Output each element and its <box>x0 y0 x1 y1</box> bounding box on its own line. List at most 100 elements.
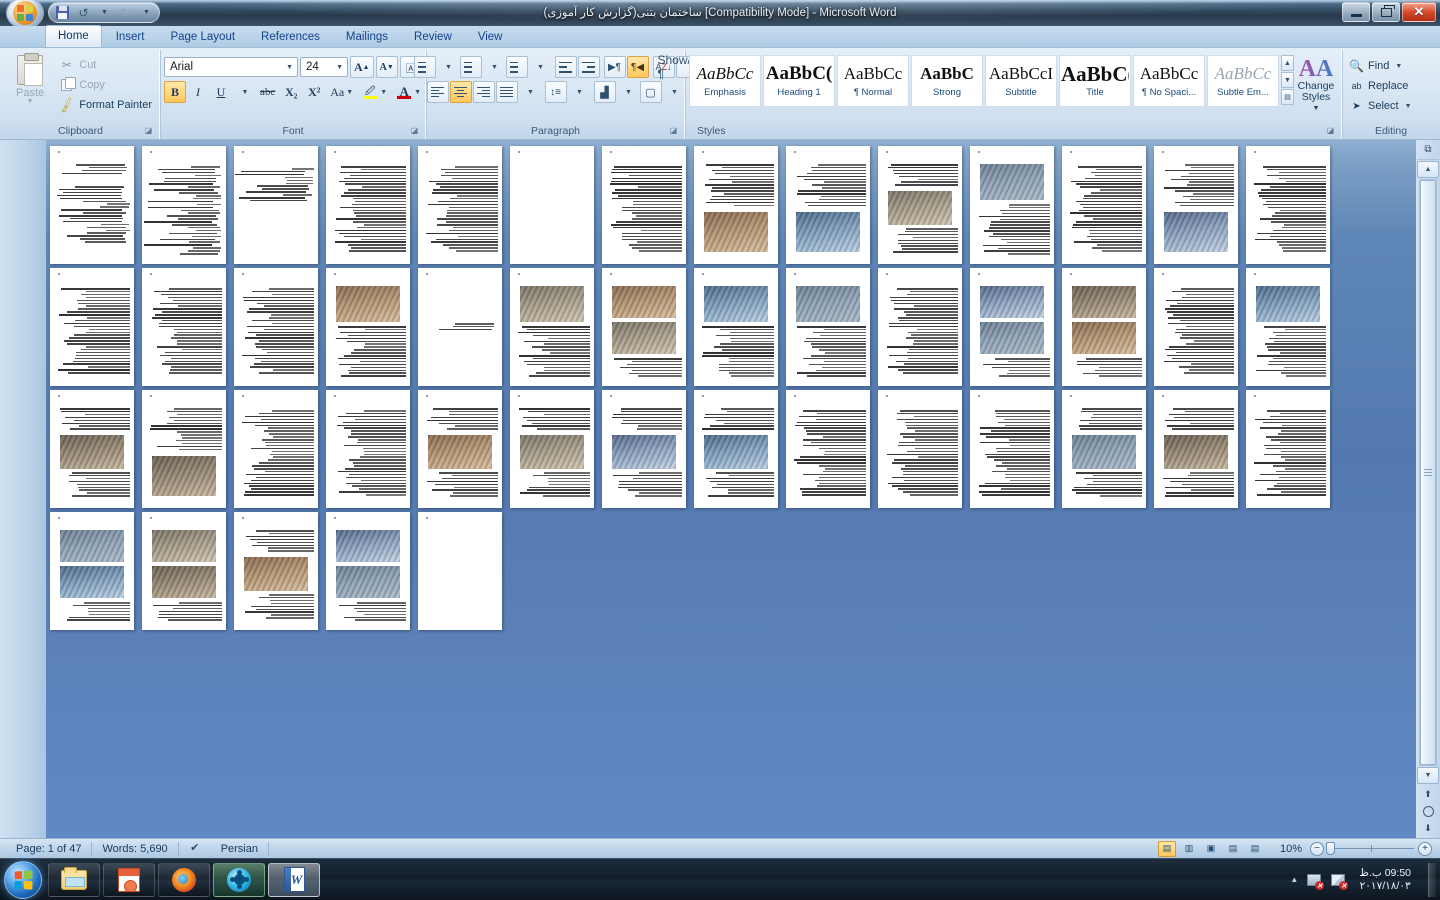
styles-scroll-down-button[interactable]: ▼ <box>1281 72 1294 88</box>
taskbar-item-firefox[interactable] <box>158 863 210 897</box>
zoom-slider-track[interactable] <box>1328 848 1414 849</box>
page-thumbnail[interactable] <box>878 268 962 386</box>
view-full-screen-reading-button[interactable]: ▥ <box>1180 841 1198 857</box>
page-thumbnail[interactable] <box>326 390 410 508</box>
multilevel-dropdown[interactable]: ▼ <box>529 56 551 78</box>
style-item-no-spaci[interactable]: AaBbCc¶ No Spaci... <box>1133 55 1205 107</box>
align-right-button[interactable] <box>473 81 495 103</box>
replace-button[interactable]: ab Replace <box>1346 76 1411 96</box>
page-thumbnail[interactable] <box>418 268 502 386</box>
borders-button[interactable]: ▢ <box>640 81 662 103</box>
zoom-level-label[interactable]: 10% <box>1268 843 1302 855</box>
highlight-color-button[interactable]: 🖉▼ <box>358 81 391 103</box>
page-thumbnail[interactable] <box>602 390 686 508</box>
paragraph-dialog-launcher[interactable]: ◪ <box>668 125 679 136</box>
clipboard-dialog-launcher[interactable]: ◪ <box>143 125 154 136</box>
page-thumbnail[interactable] <box>786 146 870 264</box>
font-name-combobox[interactable]: Arial ▼ <box>164 57 298 77</box>
ltr-text-direction-button[interactable]: ▶¶ <box>604 56 626 78</box>
tab-references[interactable]: References <box>249 27 332 47</box>
page-thumbnail[interactable] <box>970 146 1054 264</box>
paste-button[interactable]: Paste ▼ <box>5 52 55 105</box>
superscript-button[interactable]: X² <box>303 81 325 103</box>
page-thumbnail[interactable] <box>418 146 502 264</box>
office-button[interactable] <box>6 0 44 26</box>
page-thumbnail[interactable] <box>970 390 1054 508</box>
word-count[interactable]: Words: 5,690 <box>92 841 177 857</box>
justify-button[interactable] <box>496 81 518 103</box>
undo-dropdown[interactable]: ▼ <box>96 4 113 21</box>
page-thumbnail[interactable] <box>694 146 778 264</box>
next-page-button[interactable]: ⬇ <box>1421 821 1436 836</box>
style-item-strong[interactable]: AaBbCStrong <box>911 55 983 107</box>
style-item-subtle-em[interactable]: AaBbCcSubtle Em... <box>1207 55 1279 107</box>
select-button[interactable]: ➤ Select▼ <box>1346 96 1415 116</box>
shading-button[interactable]: ▟ <box>594 81 616 103</box>
rtl-text-direction-button[interactable]: ¶◀ <box>627 56 649 78</box>
page-thumbnail[interactable] <box>786 390 870 508</box>
customize-qat-button[interactable]: ▼ <box>138 4 155 21</box>
tab-mailings[interactable]: Mailings <box>334 27 400 47</box>
page-thumbnail[interactable] <box>50 146 134 264</box>
page-thumbnail[interactable] <box>326 512 410 630</box>
view-web-layout-button[interactable]: ▣ <box>1202 841 1220 857</box>
change-case-button[interactable]: Aa▼ <box>326 81 357 103</box>
line-spacing-dropdown[interactable]: ▼ <box>568 81 590 103</box>
page-thumbnail[interactable] <box>418 512 502 630</box>
justify-dropdown[interactable]: ▼ <box>519 81 541 103</box>
taskbar-item-media-player[interactable] <box>213 863 265 897</box>
page-thumbnail[interactable] <box>694 268 778 386</box>
page-thumbnail[interactable] <box>602 268 686 386</box>
previous-page-button[interactable]: ⬆ <box>1421 787 1436 802</box>
start-button[interactable] <box>4 861 42 899</box>
page-thumbnail[interactable] <box>234 146 318 264</box>
tab-home[interactable]: Home <box>45 25 102 47</box>
page-thumbnail[interactable] <box>234 268 318 386</box>
styles-dialog-launcher[interactable]: ◪ <box>1325 125 1336 136</box>
grow-font-button[interactable]: A▲ <box>350 56 374 78</box>
page-thumbnail[interactable] <box>50 512 134 630</box>
page-thumbnail[interactable] <box>602 146 686 264</box>
page-thumbnail[interactable] <box>1154 268 1238 386</box>
page-thumbnail[interactable] <box>1154 146 1238 264</box>
page-thumbnail[interactable] <box>234 512 318 630</box>
zoom-in-button[interactable]: + <box>1418 842 1432 856</box>
page-thumbnail[interactable] <box>1246 390 1330 508</box>
scrollbar-track[interactable] <box>1419 179 1437 766</box>
page-thumbnail[interactable] <box>1246 146 1330 264</box>
align-center-button[interactable] <box>450 81 472 103</box>
find-button[interactable]: 🔍 Find▼ <box>1346 56 1405 76</box>
page-thumbnail[interactable] <box>878 390 962 508</box>
align-left-button[interactable] <box>427 81 449 103</box>
page-thumbnail[interactable] <box>326 146 410 264</box>
page-thumbnail[interactable] <box>1062 390 1146 508</box>
page-thumbnail-grid[interactable] <box>46 144 1416 838</box>
decrease-indent-button[interactable] <box>555 56 577 78</box>
underline-dropdown[interactable]: ▼ <box>233 81 255 103</box>
zoom-out-button[interactable]: − <box>1310 842 1324 856</box>
styles-scroll-up-button[interactable]: ▲ <box>1281 55 1294 71</box>
close-button[interactable]: ✕ <box>1402 2 1436 22</box>
underline-button[interactable]: U <box>210 81 232 103</box>
page-thumbnail[interactable] <box>50 268 134 386</box>
shading-dropdown[interactable]: ▼ <box>617 81 639 103</box>
subscript-button[interactable]: X₂ <box>280 81 302 103</box>
bullets-dropdown[interactable]: ▼ <box>437 56 459 78</box>
view-print-layout-button[interactable]: ▤ <box>1158 841 1176 857</box>
strikethrough-button[interactable]: abc <box>256 81 279 103</box>
clock[interactable]: 09:50 ب.ظ ۲۰۱۷/۱۸/۰۳ <box>1353 867 1417 893</box>
scroll-up-button[interactable]: ▲ <box>1417 161 1439 178</box>
style-item-normal[interactable]: AaBbCc¶ Normal <box>837 55 909 107</box>
page-thumbnail[interactable] <box>970 268 1054 386</box>
network-icon[interactable]: ✕ <box>1305 871 1322 888</box>
minimize-button[interactable] <box>1342 2 1370 22</box>
save-button[interactable] <box>54 4 71 21</box>
cut-button[interactable]: ✂ Cut <box>55 56 156 73</box>
select-browse-object-top-icon[interactable]: ⧉ <box>1417 140 1439 160</box>
font-size-combobox[interactable]: 24 ▼ <box>300 57 348 77</box>
page-indicator[interactable]: Page: 1 of 47 <box>6 841 91 857</box>
font-dialog-launcher[interactable]: ◪ <box>409 125 420 136</box>
bold-button[interactable]: B <box>164 81 186 103</box>
page-thumbnail[interactable] <box>142 146 226 264</box>
page-thumbnail[interactable] <box>418 390 502 508</box>
